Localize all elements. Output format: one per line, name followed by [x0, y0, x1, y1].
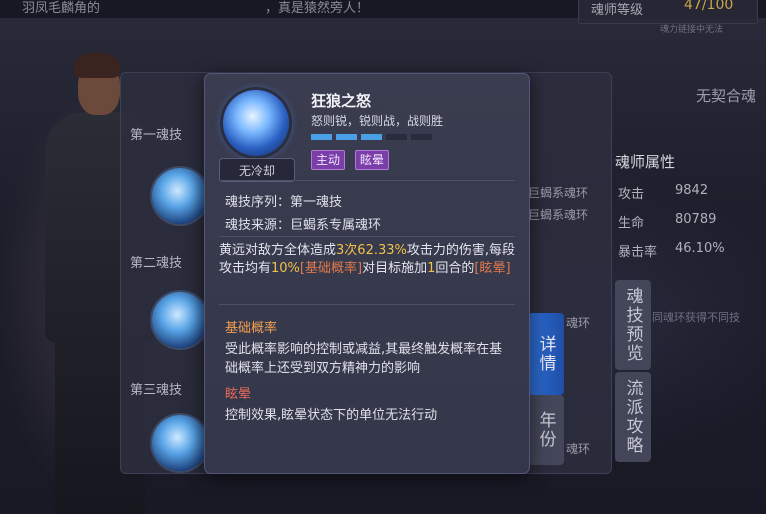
term-base-chance-body: 受此概率影响的控制或减益,其最终触发概率在基础概率上还受到双方精神力的影响 — [225, 342, 503, 376]
rank-subtext: 魂力链接中无法 — [660, 25, 724, 35]
term-base-chance-title: 基础概率 — [225, 321, 278, 336]
attr-name-crit: 暴击率 — [618, 245, 658, 260]
skill-slot-3-icon[interactable] — [152, 415, 208, 471]
source-line: 魂技来源：巨蝎系专属魂环 — [225, 214, 381, 233]
top-left-text: 羽凤毛麟角的 — [22, 1, 101, 16]
rank-label: 魂师等级 — [591, 3, 644, 18]
skill-icon — [223, 90, 289, 156]
skill-motto: 怒则锐，锐则战，战则胜 — [311, 114, 444, 128]
skill-description: 黄远对敌方全体造成3次62.33%攻击力的伤害,每段攻击均有10%[基础概率]对… — [219, 242, 519, 278]
footer-note: 同魂环获得不同技 — [652, 311, 740, 324]
skill-tooltip: 无冷却 狂狼之怒 怒则锐，锐则战，战则胜 主动 眩晕 魂技序列：第一魂技 魂技来… — [204, 73, 530, 474]
term-stun-title: 眩晕 — [225, 387, 252, 402]
top-mid-text: ，真是猿然旁人！ — [265, 1, 370, 16]
skill-name: 狂狼之怒 — [311, 92, 372, 110]
attr-name-attack: 攻击 — [618, 187, 645, 202]
ring-tag-2: 巨蝎系魂环 — [528, 208, 589, 222]
level-pip — [311, 134, 332, 140]
slot-label-1: 第一魂技 — [130, 128, 183, 143]
sequence-value: 第一魂技 — [290, 195, 343, 210]
desc-text: 对目标施加 — [362, 261, 428, 276]
level-pip — [361, 134, 382, 140]
term-stun-body: 控制效果,眩晕状态下的单位无法行动 — [225, 408, 438, 423]
level-pip — [411, 134, 432, 140]
desc-text: 回合的 — [435, 261, 475, 276]
slot-label-3: 第三魂技 — [130, 383, 183, 398]
attributes-title: 魂师属性 — [615, 153, 676, 171]
sequence-label: 魂技序列： — [225, 195, 291, 210]
level-pip — [336, 134, 357, 140]
divider — [219, 180, 515, 181]
desc-keyword-base-chance[interactable]: [基础概率] — [300, 261, 362, 276]
divider — [219, 236, 515, 237]
tag-active: 主动 — [311, 150, 346, 170]
cooldown-badge: 无冷却 — [219, 158, 295, 182]
desc-text: 黄远对敌方全体造成 — [219, 243, 337, 258]
tab-strategy[interactable]: 流派攻略 — [615, 372, 651, 462]
no-contract-label: 无契合魂 — [696, 87, 757, 105]
ring-tag-1: 巨蝎系魂环 — [528, 186, 589, 200]
desc-percent: 62.33% — [357, 243, 407, 258]
attr-name-hp: 生命 — [618, 216, 645, 231]
desc-hits: 3次 — [336, 243, 358, 258]
rank-value: 47/100 — [684, 0, 734, 13]
tab-year[interactable]: 年份 — [528, 395, 564, 465]
skill-level-pips — [311, 134, 432, 140]
desc-chance: 10% — [271, 261, 300, 276]
ring-tag-4: 魂环 — [566, 442, 591, 456]
tag-stun: 眩晕 — [355, 150, 390, 170]
rank-box: 魂师等级 47/100 — [578, 0, 758, 24]
tab-details[interactable]: 详情 — [528, 313, 564, 395]
sequence-line: 魂技序列：第一魂技 — [225, 191, 342, 210]
attr-value-hp: 80789 — [675, 212, 717, 227]
skill-slot-2-icon[interactable] — [152, 292, 208, 348]
skill-slot-1-icon[interactable] — [152, 168, 208, 224]
slot-label-2: 第二魂技 — [130, 256, 183, 271]
attr-value-crit: 46.10% — [675, 241, 725, 256]
divider — [219, 304, 515, 305]
source-value: 巨蝎系专属魂环 — [290, 218, 382, 233]
level-pip — [386, 134, 407, 140]
attr-value-attack: 9842 — [675, 183, 709, 198]
ring-tag-3: 魂环 — [566, 316, 591, 330]
source-label: 魂技来源： — [225, 218, 291, 233]
character-hair — [74, 52, 120, 78]
desc-keyword-stun[interactable]: [眩晕] — [474, 261, 510, 276]
tab-skill-preview[interactable]: 魂技预览 — [615, 280, 651, 370]
